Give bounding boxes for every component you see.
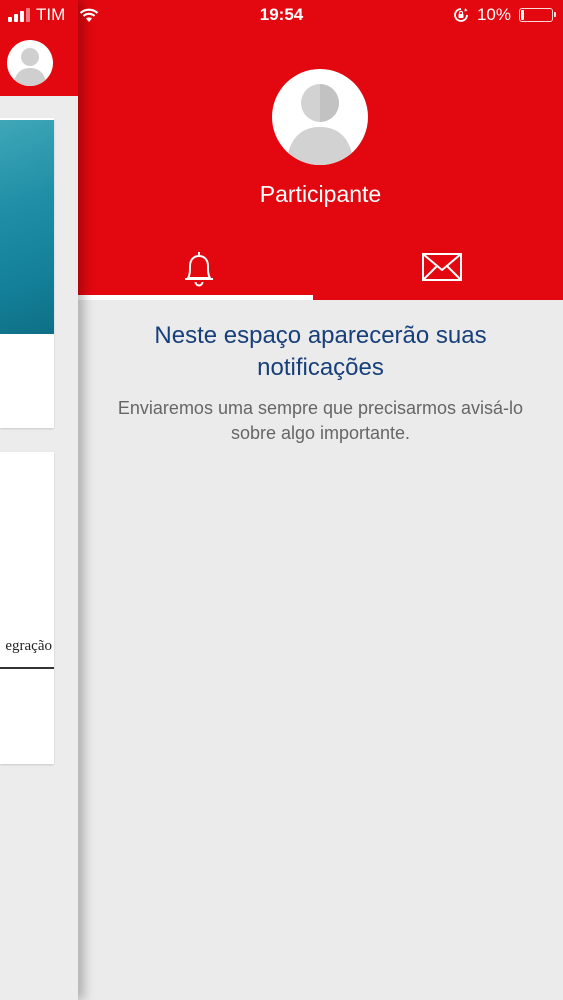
- mail-icon: [422, 253, 462, 281]
- notifications-drawer: Participante Neste espaço aparecerão sua…: [78, 0, 563, 1000]
- background-card-1[interactable]: [0, 118, 54, 428]
- tab-messages[interactable]: [321, 240, 563, 300]
- bell-icon: [185, 252, 213, 287]
- status-bar: TIM 19:54 10%: [0, 0, 563, 32]
- empty-state-description: Enviaremos uma sempre que precisarmos av…: [117, 398, 524, 443]
- tab-selected-indicator: [78, 295, 313, 300]
- empty-state-title: Neste espaço aparecerão suas notificaçõe…: [154, 322, 487, 381]
- background-card-2[interactable]: egração: [0, 452, 54, 764]
- battery-icon: [519, 8, 556, 22]
- profile-avatar[interactable]: [272, 69, 368, 165]
- background-card-image: [0, 120, 54, 334]
- battery-fill: [521, 10, 524, 20]
- background-card-divider: [0, 667, 54, 669]
- status-right-group: 10%: [453, 5, 556, 25]
- drawer-header: Participante: [78, 0, 563, 300]
- background-card-text: egração: [5, 638, 52, 654]
- tab-notifications[interactable]: [78, 240, 320, 300]
- background-app-panel[interactable]: egração: [0, 0, 78, 1000]
- user-silhouette-icon: [13, 48, 47, 86]
- user-silhouette-icon: [286, 84, 354, 165]
- background-avatar[interactable]: [7, 40, 53, 86]
- battery-percent: 10%: [476, 5, 511, 24]
- profile-name: Participante: [259, 181, 382, 207]
- orientation-lock-icon: [454, 8, 468, 22]
